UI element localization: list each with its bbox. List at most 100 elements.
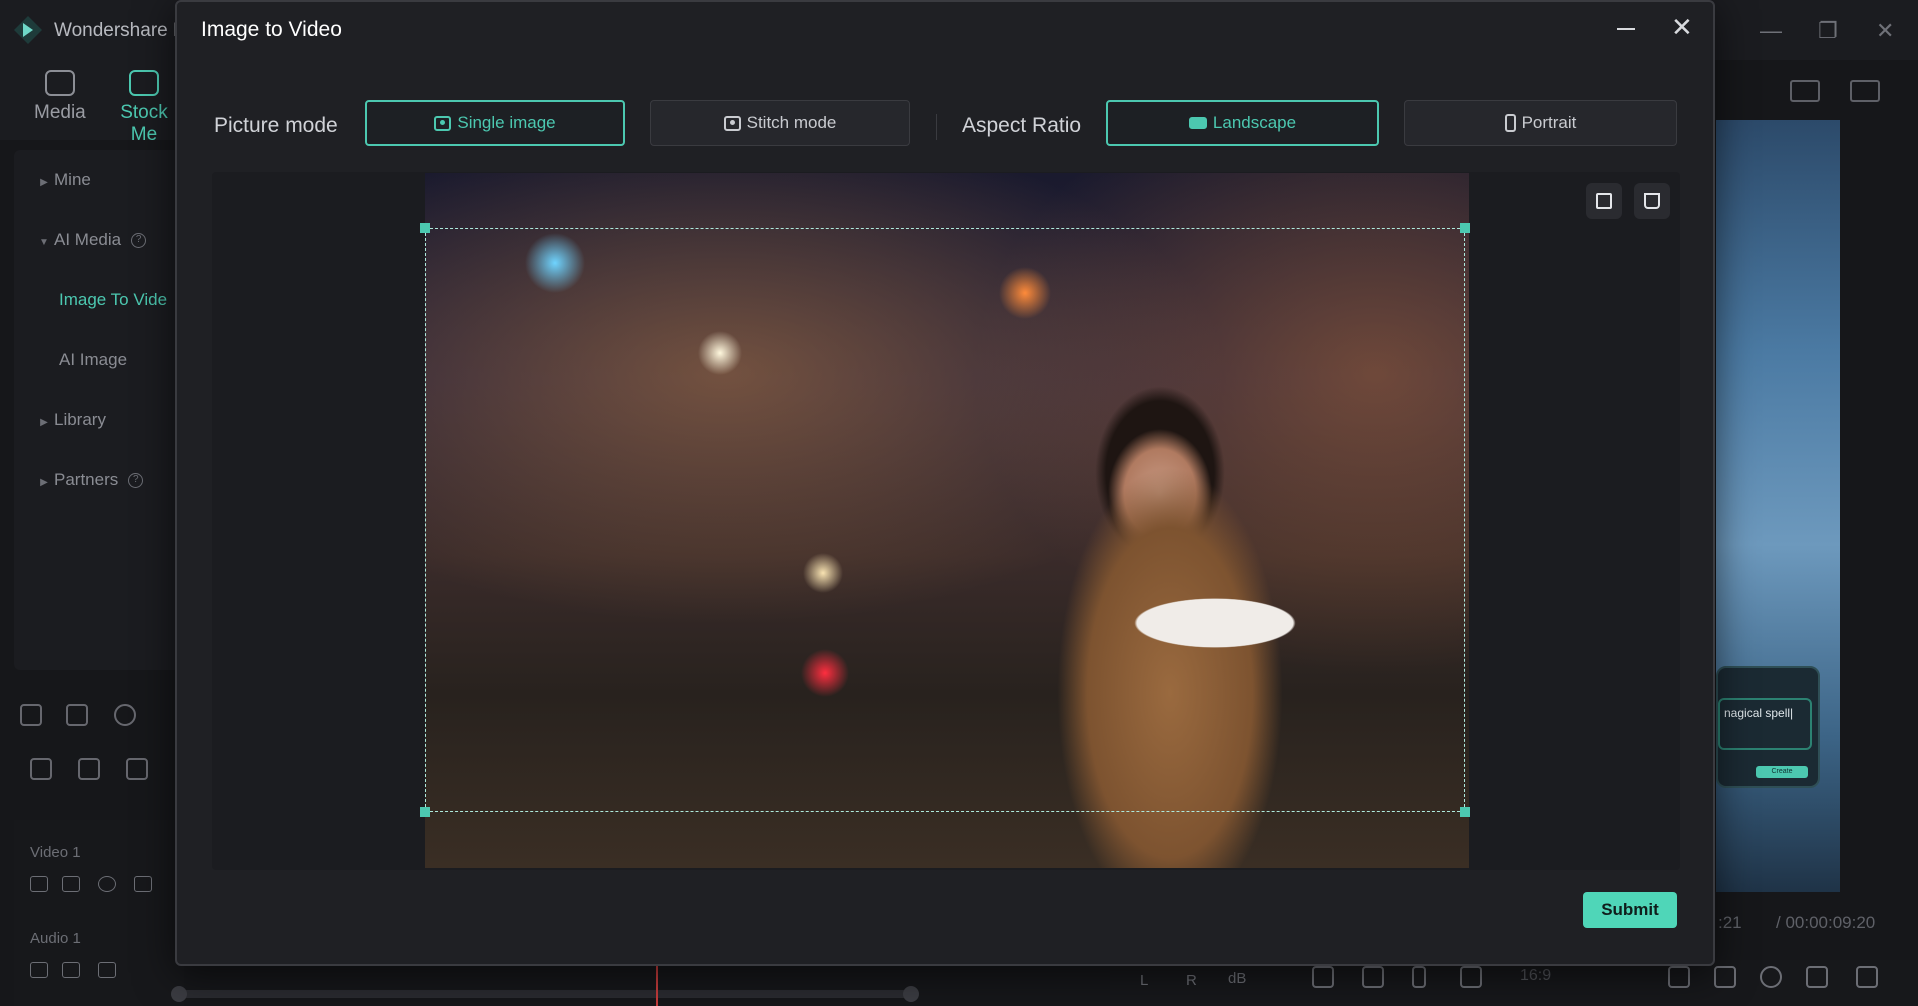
speaker-icon[interactable]	[62, 962, 80, 978]
undo-icon[interactable]	[114, 704, 136, 726]
meter-right: R	[1186, 972, 1197, 989]
select-tool-icon[interactable]	[66, 704, 88, 726]
help-icon[interactable]: ?	[128, 473, 144, 489]
meter-db: dB	[1228, 970, 1247, 987]
audio-track-label: Audio 1	[30, 930, 81, 947]
stitch-mode-option[interactable]: Stitch mode	[650, 100, 910, 146]
playhead[interactable]	[656, 965, 658, 1006]
restore-icon[interactable]: ❐	[1818, 18, 1838, 44]
current-time: :21	[1718, 913, 1742, 932]
portrait-option[interactable]: Portrait	[1404, 100, 1677, 146]
aspect-ratio-label: Aspect Ratio	[962, 114, 1082, 137]
effect-icon[interactable]	[134, 876, 152, 892]
eye-icon[interactable]	[98, 876, 116, 892]
tab-stock-media[interactable]: Stock Me	[108, 70, 180, 146]
display-icon[interactable]	[1714, 966, 1736, 988]
crop-handle-bottom-left[interactable]	[420, 807, 430, 817]
next-frame-icon[interactable]	[1362, 966, 1384, 988]
volume-icon[interactable]	[1806, 966, 1828, 988]
sidebar-item-ai-image[interactable]: AI Image	[59, 350, 127, 370]
track-icon[interactable]	[126, 758, 148, 780]
snapshot-icon[interactable]	[1760, 966, 1782, 988]
filmora-logo-icon	[14, 16, 42, 44]
lock-icon[interactable]	[30, 962, 48, 978]
scroll-handle-end[interactable]	[903, 986, 919, 1002]
replace-icon	[1596, 193, 1612, 209]
sidebar-item-library[interactable]: ▶ Library	[14, 410, 106, 430]
preview-create-button: Create	[1756, 766, 1808, 778]
marker-icon[interactable]	[1668, 966, 1690, 988]
landscape-icon	[1188, 117, 1207, 129]
submit-button[interactable]: Submit	[1583, 892, 1677, 928]
sidebar-item-label: AI Media	[54, 230, 122, 249]
media-nav-tabs: Media Stock Me	[0, 60, 180, 145]
tab-media-label: Media	[34, 102, 86, 123]
image-icon	[434, 115, 452, 131]
grid-view-icon[interactable]	[1790, 80, 1820, 102]
layout-icon[interactable]	[20, 704, 42, 726]
timeline-scrollbar[interactable]	[171, 986, 919, 1002]
sidebar-item-image-to-video[interactable]: Image To Vide	[59, 290, 167, 310]
media-sidebar: ▶ Mine ▼ AI Media? Image To Vide AI Image …	[14, 150, 184, 670]
preview-prompt-text: nagical spell|	[1718, 698, 1812, 750]
effect-icon[interactable]	[98, 962, 116, 978]
tab-media[interactable]: Media	[34, 70, 86, 124]
stitch-icon	[723, 115, 741, 131]
tab-stock-media-label: Stock Me	[120, 102, 168, 145]
dialog-close-icon[interactable]: ✕	[1671, 14, 1693, 40]
timeline-toolbar	[14, 690, 184, 810]
stop-icon[interactable]	[1460, 966, 1482, 988]
preview-prompt-card: nagical spell| Create	[1716, 666, 1820, 788]
app-name: Wondershare F	[54, 20, 185, 41]
crop-handle-top-right[interactable]	[1460, 223, 1470, 233]
sidebar-item-label: AI Image	[59, 350, 128, 369]
image-to-video-dialog: Image to Video ✕ Picture mode Single ima…	[175, 0, 1715, 966]
close-icon[interactable]: ✕	[1876, 18, 1894, 44]
lock-icon[interactable]	[30, 876, 48, 892]
picture-mode-label: Picture mode	[214, 114, 338, 137]
single-image-label: Single image	[457, 113, 556, 132]
total-duration: / 00:00:09:20	[1776, 913, 1876, 932]
media-icon	[44, 70, 75, 96]
prev-frame-icon[interactable]	[1312, 966, 1334, 988]
portrait-label: Portrait	[1521, 113, 1577, 132]
scroll-handle-start[interactable]	[171, 986, 187, 1002]
caret-down-icon: ▼	[39, 237, 49, 248]
divider	[936, 114, 937, 140]
landscape-option[interactable]: Landscape	[1106, 100, 1379, 146]
meter-left: L	[1140, 972, 1149, 989]
ratio-select[interactable]: 16:9	[1520, 967, 1551, 985]
stitch-mode-label: Stitch mode	[746, 113, 837, 132]
dialog-minimize-icon[interactable]	[1617, 28, 1635, 30]
crop-handle-top-left[interactable]	[420, 223, 430, 233]
help-icon[interactable]: ?	[131, 233, 147, 249]
minimize-icon[interactable]: —	[1760, 18, 1782, 44]
sidebar-item-label: Partners	[54, 470, 119, 489]
link-icon[interactable]	[78, 758, 100, 780]
portrait-icon	[1504, 114, 1516, 132]
pause-icon[interactable]	[1412, 966, 1426, 988]
landscape-label: Landscape	[1212, 113, 1297, 132]
caret-right-icon: ▶	[40, 177, 48, 188]
sidebar-item-label: Library	[54, 410, 106, 429]
sidebar-item-ai-media[interactable]: ▼ AI Media?	[14, 230, 147, 250]
crop-handle-bottom-right[interactable]	[1460, 807, 1470, 817]
trash-icon	[1644, 193, 1660, 209]
speaker-icon[interactable]	[62, 876, 80, 892]
sidebar-item-partners[interactable]: ▶ Partners?	[14, 470, 144, 490]
sidebar-item-label: Mine	[54, 170, 91, 189]
single-image-option[interactable]: Single image	[365, 100, 625, 146]
video-track-label: Video 1	[30, 844, 81, 861]
stock-media-icon	[129, 70, 159, 96]
sidebar-item-mine[interactable]: ▶ Mine	[14, 170, 91, 190]
delete-image-button[interactable]	[1634, 183, 1670, 219]
replace-image-button[interactable]	[1586, 183, 1622, 219]
timeline-tracks: Video 1 Audio 1	[14, 820, 184, 1006]
fullscreen-icon[interactable]	[1856, 966, 1878, 988]
crop-frame[interactable]	[420, 223, 1470, 817]
sidebar-item-label: Image To Vide	[59, 290, 168, 309]
caret-right-icon: ▶	[40, 477, 48, 488]
unlink-icon[interactable]	[30, 758, 52, 780]
caret-right-icon: ▶	[40, 417, 48, 428]
waveform-icon[interactable]	[1850, 80, 1880, 102]
